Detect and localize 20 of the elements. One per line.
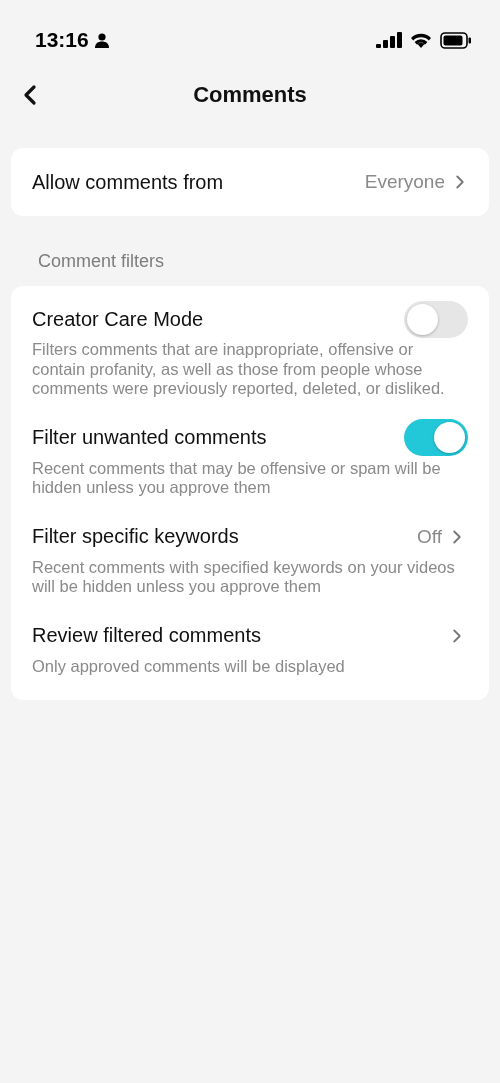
row-label: Filter unwanted comments [32, 426, 267, 449]
setting-value-button[interactable]: Everyone [364, 171, 471, 193]
row-label: Allow comments from [32, 170, 224, 194]
battery-icon [440, 31, 472, 49]
status-time: 13:16 [35, 28, 89, 52]
signal-icon [376, 32, 402, 48]
toggle-switch[interactable] [404, 300, 468, 338]
person-icon [94, 32, 109, 48]
section-label: Comment filters [37, 250, 166, 273]
page-title: Comments [193, 82, 307, 108]
row-description: Recent comments that may be offensive or spam will be hidden unless you approve them [32, 458, 442, 498]
row-description: Filters comments that are inappropriate, offensive or contain profanity, as well as those from people whose comments were previously reported, deleted, or disliked. [32, 340, 446, 399]
row-label: Review filtered comments [32, 624, 261, 647]
row-description: Recent comments with specified keywords on your videos will be hidden unless you approve them [32, 557, 456, 597]
row-label: Creator Care Mode [32, 307, 204, 331]
setting-value-button[interactable]: Off [417, 525, 468, 548]
row-description: Only approved comments will be displayed [32, 656, 346, 676]
toggle-switch[interactable] [404, 419, 468, 456]
wifi-icon [409, 31, 433, 49]
row-label: Filter specific keywords [32, 525, 239, 548]
